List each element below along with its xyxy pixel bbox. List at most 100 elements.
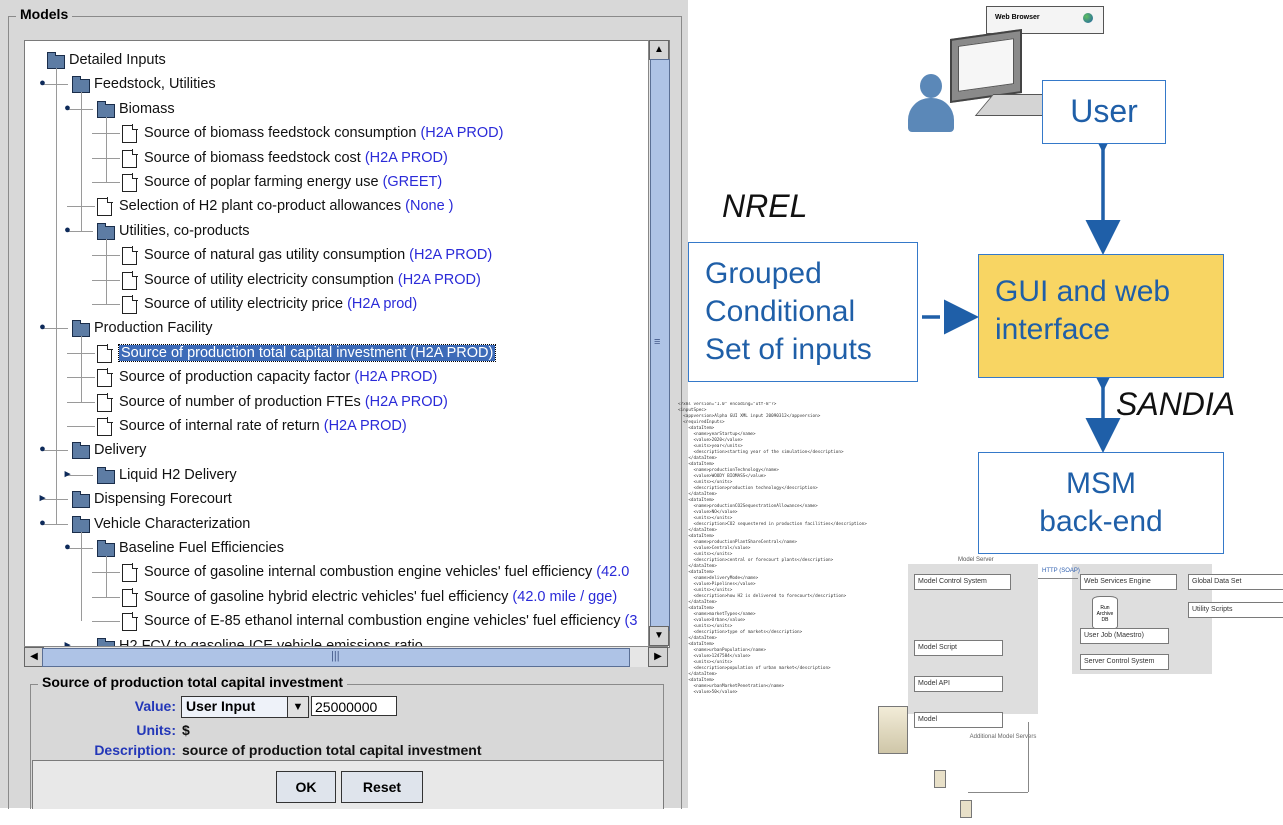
document-icon	[122, 612, 138, 632]
vertical-scrollbar[interactable]: ▲ ≡ ▼	[648, 40, 670, 646]
tree-node-utilities[interactable]: Utilities, co-products	[119, 219, 250, 243]
folder-icon	[72, 442, 90, 460]
tree-node-text: Delivery	[94, 442, 146, 458]
folder-icon	[72, 76, 90, 94]
folder-icon	[97, 466, 115, 484]
chevron-down-icon[interactable]: ▼	[287, 697, 308, 717]
collapse-handle-icon[interactable]: ●	[37, 444, 48, 455]
scroll-right-button[interactable]: ▶	[648, 647, 668, 667]
tree-node-text: Source of utility electricity consumptio…	[144, 272, 481, 288]
tree-connector	[81, 531, 82, 622]
tree-connector	[67, 401, 95, 403]
tree-node-u3[interactable]: Source of utility electricity price (H2A…	[144, 292, 417, 316]
tree-node-label: Biomass	[119, 100, 175, 117]
tree-node-biomass[interactable]: Biomass	[119, 97, 175, 121]
tree-node-prodfac[interactable]: Production Facility	[94, 316, 212, 340]
protocol-line	[1038, 578, 1078, 579]
expand-handle-icon[interactable]: ▸	[62, 468, 73, 480]
tower-server-icon	[878, 706, 908, 754]
value-label: Value:	[134, 698, 176, 714]
tree-node-u2[interactable]: Source of utility electricity consumptio…	[144, 268, 481, 292]
web-browser-window: Web Browser	[986, 6, 1104, 34]
user-box: User	[1042, 80, 1166, 144]
folder-icon	[72, 320, 90, 338]
expand-handle-icon[interactable]: ▸	[37, 493, 48, 504]
tree-node-text: Source of utility electricity price (H2A…	[144, 296, 417, 312]
tree-node-label: Source of number of production FTEs	[119, 393, 365, 410]
collapse-handle-icon[interactable]: ●	[37, 78, 48, 89]
input-tree[interactable]: Detailed Inputs ● Feedstock, Utilities ● Bio…	[24, 40, 670, 648]
run-archive-label: Run Archive DB	[1096, 605, 1114, 623]
tree-node-label: Source of production total capital inves…	[121, 344, 411, 361]
document-icon	[122, 173, 138, 192]
protocol-label: HTTP (SOAP)	[1042, 568, 1080, 574]
scroll-up-button[interactable]: ▲	[649, 40, 669, 60]
hscroll-thumb[interactable]: |||	[42, 648, 630, 667]
value-input[interactable]: 25000000	[311, 696, 397, 716]
tree-node-source-tag: (H2A PROD)	[409, 247, 493, 264]
tree-node-b1[interactable]: Source of biomass feedstock consumption …	[144, 121, 503, 145]
grip-icon: ≡	[654, 336, 661, 348]
tree-node-text: Feedstock, Utilities	[94, 76, 216, 92]
document-icon	[122, 563, 138, 583]
tree-node-p1[interactable]: Source of production total capital inves…	[117, 341, 497, 365]
tree-node-text: Liquid H2 Delivery	[119, 467, 237, 483]
tree-node-p2[interactable]: Source of production capacity factor (H2…	[119, 365, 437, 389]
tree-node-p4[interactable]: Source of internal rate of return (H2A P…	[119, 414, 407, 438]
collapse-handle-icon[interactable]: ●	[37, 517, 48, 529]
ok-button[interactable]: OK	[276, 771, 336, 803]
tree-node-u1[interactable]: Source of natural gas utility consumptio…	[144, 243, 492, 267]
web-services-box: Web Services Engine	[1080, 574, 1177, 590]
collapse-handle-icon[interactable]: ●	[37, 322, 48, 333]
collapse-handle-icon[interactable]: ●	[62, 542, 73, 553]
scroll-thumb[interactable]: ≡	[650, 59, 670, 631]
tree-node-feedstock[interactable]: Feedstock, Utilities	[94, 72, 216, 96]
msm-box: MSM back-end	[978, 452, 1224, 554]
tree-root[interactable]: Detailed Inputs	[69, 48, 166, 72]
tree-node-label: Source of E-85 ethanol internal combusti…	[144, 613, 625, 630]
collapse-handle-icon[interactable]: ●	[62, 224, 73, 236]
document-icon	[97, 343, 113, 363]
tree-node-baseline[interactable]: Baseline Fuel Efficiencies	[119, 536, 284, 560]
tree-node-delivery[interactable]: Delivery	[94, 438, 146, 462]
model-api-box: Model API	[914, 676, 1003, 692]
tree-node-text: Source of number of production FTEs (H2A…	[119, 394, 448, 410]
tree-node-source-tag: (H2A PROD)	[410, 344, 494, 361]
document-icon	[97, 392, 113, 412]
tree-node-text: Source of biomass feedstock consumption …	[144, 125, 503, 141]
tree-connector	[81, 92, 82, 231]
tree-node-b3[interactable]: Source of poplar farming energy use (GRE…	[144, 170, 442, 194]
scroll-left-button[interactable]: ◀	[24, 647, 44, 667]
tree-connector	[106, 116, 107, 182]
tree-node-b2[interactable]: Source of biomass feedstock cost (H2A PR…	[144, 146, 448, 170]
tree-node-label: Dispensing Forecourt	[94, 491, 232, 508]
tree-node-h2sel[interactable]: Selection of H2 plant co-product allowan…	[119, 194, 454, 218]
tree-node-vehicle[interactable]: Vehicle Characterization	[94, 512, 250, 536]
tree-node-dispensing[interactable]: Dispensing Forecourt	[94, 487, 232, 511]
horizontal-scrollbar[interactable]: ◀ ||| ▶	[24, 646, 668, 667]
tree-node-label: Production Facility	[94, 320, 213, 337]
tree-node-label: Source of utility electricity price	[144, 296, 348, 312]
tree-node-label: Liquid H2 Delivery	[119, 466, 237, 483]
tree-node-v3[interactable]: Source of E-85 ethanol internal combusti…	[144, 609, 637, 633]
reset-button[interactable]: Reset	[341, 771, 423, 803]
nrel-label: NREL	[722, 188, 808, 224]
tree-node-label: Source of gasoline hybrid electric vehic…	[144, 588, 513, 605]
tree-node-text: Utilities, co-products	[119, 223, 250, 239]
folder-icon	[47, 52, 65, 69]
tree-connector	[92, 182, 120, 183]
tree-connector	[56, 68, 57, 524]
tree-node-v1[interactable]: Source of gasoline internal combustion e…	[144, 560, 629, 584]
tree-node-p3[interactable]: Source of number of production FTEs (H2A…	[119, 390, 448, 414]
tree-node-text: Source of internal rate of return (H2A P…	[119, 418, 407, 434]
scroll-down-button[interactable]: ▼	[649, 626, 669, 646]
tree-node-source-tag: (3	[624, 613, 638, 630]
value-select[interactable]: User Input ▼	[181, 696, 309, 718]
connector-line-2	[968, 792, 1028, 793]
document-icon	[122, 587, 138, 607]
small-server-icon	[934, 770, 946, 788]
collapse-handle-icon[interactable]: ●	[62, 102, 73, 114]
tree-node-v2[interactable]: Source of gasoline hybrid electric vehic…	[144, 585, 617, 609]
tree-node-liquid[interactable]: Liquid H2 Delivery	[119, 463, 237, 487]
server-diagram: Model Server HTTP (SOAP) Model Control S…	[868, 556, 1283, 825]
